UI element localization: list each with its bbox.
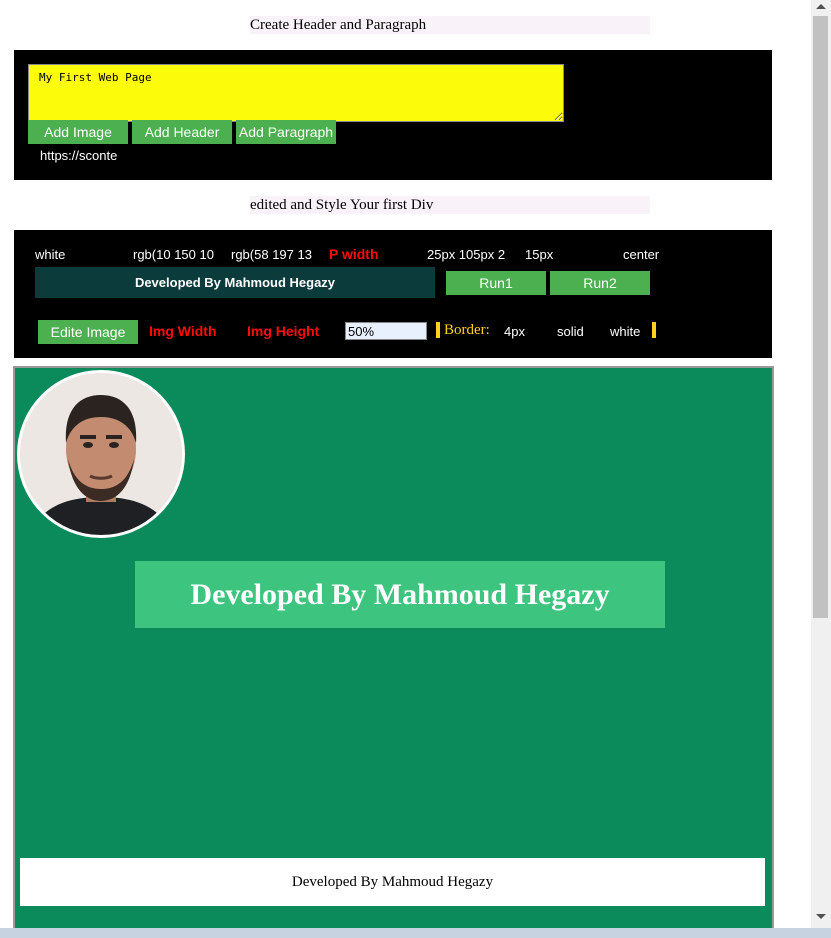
preview-footer: Developed By Mahmoud Hegazy bbox=[20, 858, 765, 906]
background2-color-field[interactable]: rgb(58 197 13 bbox=[231, 247, 313, 262]
style-panel: white rgb(10 150 10 rgb(58 197 13 P widt… bbox=[14, 230, 772, 358]
profile-photo bbox=[17, 370, 185, 538]
img-height-label: Img Height bbox=[247, 323, 320, 339]
add-image-button[interactable]: Add Image bbox=[28, 120, 128, 144]
section-title-style: edited and Style Your first Div bbox=[250, 196, 650, 214]
image-size-input[interactable] bbox=[345, 322, 427, 340]
vertical-scrollbar[interactable] bbox=[811, 0, 831, 928]
border-label: Border: bbox=[444, 322, 490, 338]
add-header-button[interactable]: Add Header bbox=[132, 120, 232, 144]
page: Create Header and Paragraph My First Web… bbox=[0, 0, 811, 928]
person-portrait-icon bbox=[20, 373, 182, 535]
p-width-label: P width bbox=[329, 246, 379, 262]
scroll-thumb[interactable] bbox=[813, 16, 828, 618]
preview-text-bar: Developed By Mahmoud Hegazy bbox=[35, 267, 435, 298]
align-field[interactable]: center bbox=[623, 247, 683, 262]
img-width-label: Img Width bbox=[149, 323, 217, 339]
text-color-field[interactable]: white bbox=[35, 247, 125, 262]
border-left-marker bbox=[436, 322, 440, 338]
scroll-up-icon[interactable] bbox=[816, 4, 826, 9]
border-color-field[interactable]: white bbox=[610, 324, 640, 339]
header-text-input[interactable]: My First Web Page bbox=[28, 64, 564, 122]
run2-button[interactable]: Run2 bbox=[550, 271, 650, 295]
create-panel: My First Web Page Add Image Add Header A… bbox=[14, 50, 772, 180]
background-color-field[interactable]: rgb(10 150 10 bbox=[133, 247, 215, 262]
preview-headline: Developed By Mahmoud Hegazy bbox=[135, 561, 665, 628]
border-width-field[interactable]: 4px bbox=[504, 324, 525, 339]
border-style-field[interactable]: solid bbox=[557, 324, 584, 339]
border-right-marker bbox=[652, 322, 656, 338]
section-title-create: Create Header and Paragraph bbox=[250, 16, 650, 34]
scroll-down-icon[interactable] bbox=[816, 914, 826, 919]
radius-field[interactable]: 15px bbox=[525, 247, 605, 262]
bottom-bar bbox=[0, 928, 831, 938]
add-paragraph-button[interactable]: Add Paragraph bbox=[236, 120, 336, 144]
preview-div: Developed By Mahmoud Hegazy Developed By… bbox=[13, 366, 774, 928]
image-url-text[interactable]: https://sconte bbox=[40, 148, 117, 163]
run1-button[interactable]: Run1 bbox=[446, 271, 546, 295]
padding-field[interactable]: 25px 105px 2 bbox=[427, 247, 511, 262]
edit-image-button[interactable]: Edite Image bbox=[38, 320, 138, 344]
